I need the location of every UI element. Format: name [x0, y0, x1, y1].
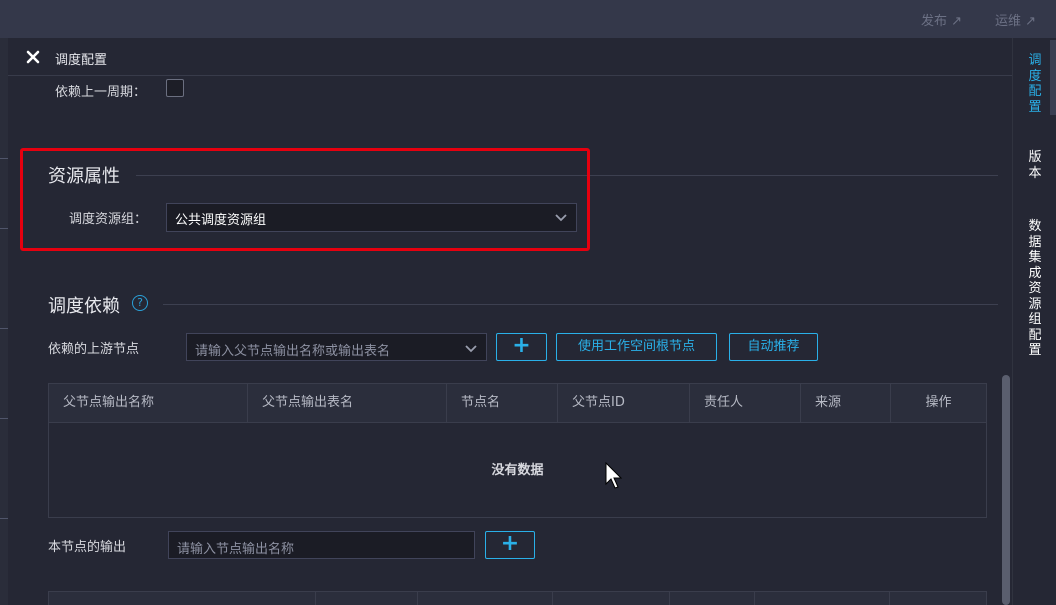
publish-link[interactable]: 发布 ↗ — [921, 10, 962, 29]
depends-prev-cycle-label: 依赖上一周期： — [55, 85, 147, 100]
column-header: 责任人 — [690, 384, 801, 422]
column-header: 节点名 — [447, 384, 558, 422]
table-header: 父节点输出名称 父节点输出表名 节点名 父节点ID 责任人 来源 操作 — [49, 384, 986, 423]
scrollbar[interactable] — [1002, 375, 1010, 605]
depends-prev-cycle-checkbox[interactable] — [166, 79, 184, 97]
upstream-node-input[interactable]: 请输入父节点输出名称或输出表名 — [186, 333, 487, 361]
column-header: 操作 — [925, 395, 952, 410]
schedule-config-panel: 调度配置 依赖上一周期： 资源属性 调度资源组： 公共调度资源组 调度依赖 ? … — [8, 38, 1012, 605]
node-output-placeholder: 请输入节点输出名称 — [177, 542, 295, 557]
right-sidebar: 调 度 配 置 版 本 数 据 集 成 资 源 组 配 置 — [1012, 38, 1056, 605]
output-table-header — [48, 591, 987, 605]
close-icon[interactable] — [25, 49, 41, 65]
tab-data-integration-resource-group[interactable]: 数 据 集 成 资 源 组 配 置 — [1013, 219, 1056, 359]
node-output-label: 本节点的输出 — [48, 540, 127, 555]
column-header: 父节点输出表名 — [248, 384, 447, 422]
empty-state-text: 没有数据 — [491, 463, 544, 478]
panel-title: 调度配置 — [55, 53, 108, 68]
operations-link[interactable]: 运维 ↗ — [995, 10, 1036, 29]
upstream-node-placeholder: 请输入父节点输出名称或输出表名 — [195, 344, 391, 359]
add-upstream-button[interactable]: + — [496, 333, 547, 361]
column-header: 父节点输出名称 — [49, 384, 248, 422]
section-divider — [163, 304, 998, 305]
background-left-strip — [0, 38, 8, 605]
mouse-cursor-icon — [605, 461, 623, 494]
upstream-table: 父节点输出名称 父节点输出表名 节点名 父节点ID 责任人 来源 操作 没有数据 — [48, 383, 987, 518]
help-icon[interactable]: ? — [132, 295, 148, 311]
chevron-down-icon — [464, 343, 478, 358]
sidebar-edge-scroll — [1050, 40, 1056, 115]
use-workspace-root-button[interactable]: 使用工作空间根节点 — [556, 333, 717, 361]
node-output-input[interactable]: 请输入节点输出名称 — [168, 531, 475, 559]
highlight-box — [20, 148, 590, 251]
add-output-button[interactable]: + — [485, 531, 535, 559]
panel-header: 调度配置 — [8, 38, 1012, 76]
dependency-section-title: 调度依赖 — [48, 296, 120, 317]
auto-recommend-button[interactable]: 自动推荐 — [729, 333, 818, 361]
tab-version[interactable]: 版 本 — [1013, 150, 1056, 181]
column-header: 父节点ID — [558, 384, 690, 422]
column-header: 来源 — [801, 384, 891, 422]
top-bar: 发布 ↗ 运维 ↗ — [0, 0, 1056, 38]
upstream-nodes-label: 依赖的上游节点 — [48, 342, 140, 357]
